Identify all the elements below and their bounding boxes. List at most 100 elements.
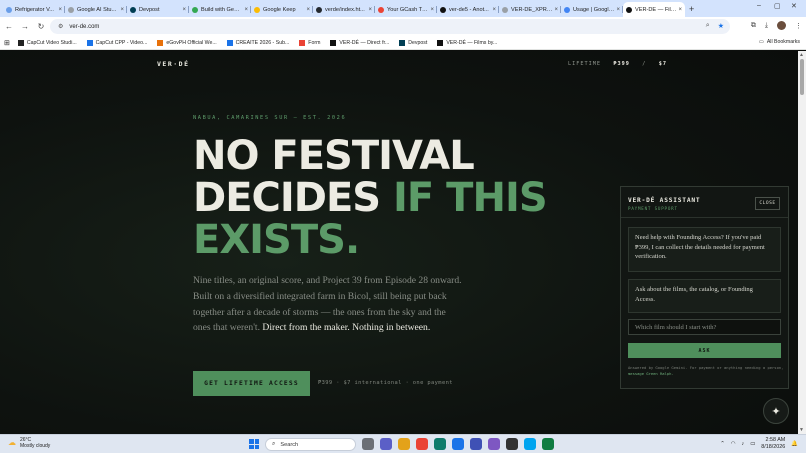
- browser-tab[interactable]: VER-DÉ — Film... ×: [623, 2, 685, 17]
- tab-close-icon[interactable]: ×: [616, 7, 620, 13]
- tab-close-icon[interactable]: ×: [554, 7, 558, 13]
- assistant-toggle-button[interactable]: ✦: [763, 398, 789, 424]
- forward-icon[interactable]: →: [18, 22, 32, 31]
- reload-icon[interactable]: ↻: [34, 22, 48, 31]
- zoom-icon[interactable]: ⌕: [706, 22, 710, 30]
- taskbar-app-icon[interactable]: [524, 438, 536, 450]
- page-content: VER·DÉ LIFETIME ₱399 / $7 NABUA, CAMARIN…: [0, 51, 798, 434]
- page-scrollbar[interactable]: ▲ ▼: [798, 51, 806, 434]
- bookmark-item[interactable]: VER-DÉ — Films by...: [437, 39, 498, 46]
- site-logo[interactable]: VER·DÉ: [157, 60, 189, 68]
- weather-condition: Mostly cloudy: [20, 443, 51, 449]
- tab-close-icon[interactable]: ×: [244, 7, 248, 13]
- headline-line-1: NO FESTIVAL: [193, 133, 475, 179]
- bookmark-item[interactable]: VER-DÉ — Direct fr...: [330, 39, 389, 46]
- menu-kebab-icon[interactable]: ⋮: [795, 22, 802, 30]
- minimize-icon[interactable]: –: [757, 2, 761, 9]
- taskbar-app-icon[interactable]: [398, 438, 410, 450]
- assistant-footer-text: Answered by Google Gemini. For payment o…: [628, 365, 784, 370]
- bookmark-item[interactable]: CREAITE 2026 - Sub...: [226, 39, 289, 46]
- site-info-icon[interactable]: ⚙: [58, 23, 63, 30]
- bookmark-star-icon[interactable]: ★: [718, 22, 724, 30]
- hero-description: Nine titles, an original score, and Proj…: [193, 273, 463, 336]
- tab-label: Refrigerator V...: [15, 6, 54, 13]
- tab-label: VER-DÉ — Film...: [635, 6, 677, 13]
- bookmark-item[interactable]: Devpost: [399, 39, 427, 46]
- bookmark-label: eGovPH Official We...: [166, 39, 217, 46]
- window-close-icon[interactable]: ✕: [791, 2, 797, 10]
- tab-close-icon[interactable]: ×: [368, 7, 372, 13]
- all-bookmarks-button[interactable]: ▭ All Bookmarks: [759, 39, 800, 45]
- taskbar-app-icon[interactable]: [488, 438, 500, 450]
- tab-close-icon[interactable]: ×: [492, 7, 496, 13]
- browser-tab[interactable]: VER-DE_XPR2... ×: [499, 2, 561, 17]
- taskbar-app-icon[interactable]: [542, 438, 554, 450]
- taskbar-app-icon[interactable]: [362, 438, 374, 450]
- headline-line-2-green: IF THIS: [393, 175, 548, 221]
- hero-description-strong: Direct from the maker. Nothing in betwee…: [262, 322, 431, 334]
- taskbar-app-icon[interactable]: [434, 438, 446, 450]
- scroll-up-icon[interactable]: ▲: [799, 52, 804, 58]
- tab-strip: Refrigerator V... × Google AI Stu... × Devpo…: [0, 0, 806, 17]
- tab-label: Your GCash Tra...: [387, 6, 429, 13]
- back-icon[interactable]: ←: [2, 22, 16, 31]
- message-green-ralph-link[interactable]: message Green Ralph.: [628, 371, 674, 376]
- url-text[interactable]: ver-de.com: [69, 24, 99, 30]
- browser-tab[interactable]: Usage | Google... ×: [561, 2, 623, 17]
- browser-tab[interactable]: Google Keep ×: [251, 2, 313, 17]
- windows-start-icon[interactable]: [249, 439, 259, 449]
- taskbar-clock[interactable]: 2:58 AM 8/18/2026: [761, 437, 785, 450]
- tab-close-icon[interactable]: ×: [306, 7, 310, 13]
- browser-tab[interactable]: verde/index.ht... ×: [313, 2, 375, 17]
- bookmark-item[interactable]: eGovPH Official We...: [157, 39, 217, 46]
- taskbar-app-icon[interactable]: [380, 438, 392, 450]
- bookmark-item[interactable]: CapCut Video Studi...: [17, 39, 77, 46]
- tab-close-icon[interactable]: ×: [120, 7, 124, 13]
- assistant-question-input[interactable]: Which film should I start with?: [628, 319, 781, 335]
- taskbar-app-icon[interactable]: [452, 438, 464, 450]
- bookmark-label: Form: [308, 39, 321, 46]
- lifetime-separator: /: [642, 61, 647, 67]
- all-bookmarks-label: All Bookmarks: [766, 39, 800, 45]
- assistant-panel: VER-DÉ ASSISTANT PAYMENT SUPPORT CLOSE N…: [620, 186, 789, 389]
- browser-tab[interactable]: ver-de5 - Anot... ×: [437, 2, 499, 17]
- battery-icon[interactable]: ▭: [750, 441, 755, 447]
- taskbar-app-icon[interactable]: [416, 438, 428, 450]
- taskbar-app-icon[interactable]: [470, 438, 482, 450]
- bookmark-label: VER-DÉ — Films by...: [446, 39, 498, 46]
- tab-close-icon[interactable]: ×: [182, 7, 186, 13]
- bookmark-item[interactable]: CapCut CPP - Video...: [86, 39, 147, 46]
- tab-close-icon[interactable]: ×: [58, 7, 62, 13]
- notification-bell-icon[interactable]: 🔔: [791, 441, 798, 447]
- apps-grid-icon[interactable]: ⊞: [4, 39, 10, 47]
- taskbar-search[interactable]: ⌕ Search: [265, 438, 356, 451]
- bookmark-item[interactable]: Form: [299, 39, 321, 46]
- assistant-title: VER-DÉ ASSISTANT: [628, 197, 701, 204]
- headline-line-2-white: DECIDES: [193, 175, 381, 221]
- wifi-icon[interactable]: ◠: [731, 441, 736, 447]
- scrollbar-thumb[interactable]: [800, 59, 804, 95]
- browser-tab[interactable]: Build with Gem... ×: [189, 2, 251, 17]
- tray-chevron-icon[interactable]: ⌃: [720, 441, 725, 447]
- get-lifetime-access-button[interactable]: GET LIFETIME ACCESS: [193, 371, 310, 396]
- tab-close-icon[interactable]: ×: [678, 7, 682, 13]
- tab-label: Google AI Stu...: [77, 6, 117, 13]
- volume-icon[interactable]: ♪: [742, 441, 745, 447]
- browser-tab[interactable]: Google AI Stu... ×: [65, 2, 127, 17]
- extensions-icon[interactable]: ⧉: [751, 22, 756, 30]
- browser-tab[interactable]: Refrigerator V... ×: [3, 2, 65, 17]
- scroll-down-icon[interactable]: ▼: [799, 427, 804, 433]
- ask-button[interactable]: ASK: [628, 343, 781, 358]
- weather-widget[interactable]: ☁ 26°C Mostly cloudy: [8, 437, 50, 449]
- tab-close-icon[interactable]: ×: [430, 7, 434, 13]
- browser-tab[interactable]: Devpost ×: [127, 2, 189, 17]
- download-icon[interactable]: ⤓: [765, 22, 768, 30]
- profile-avatar[interactable]: [777, 21, 786, 30]
- address-bar[interactable]: ⚙ ver-de.com ⌕ ★: [50, 19, 730, 34]
- maximize-icon[interactable]: ▢: [774, 2, 781, 10]
- new-tab-button[interactable]: +: [689, 4, 694, 14]
- taskbar-app-icon[interactable]: [506, 438, 518, 450]
- cta-price-note: ₱399 · $7 international · one payment: [318, 380, 453, 386]
- assistant-close-button[interactable]: CLOSE: [755, 197, 780, 210]
- browser-tab[interactable]: Your GCash Tra... ×: [375, 2, 437, 17]
